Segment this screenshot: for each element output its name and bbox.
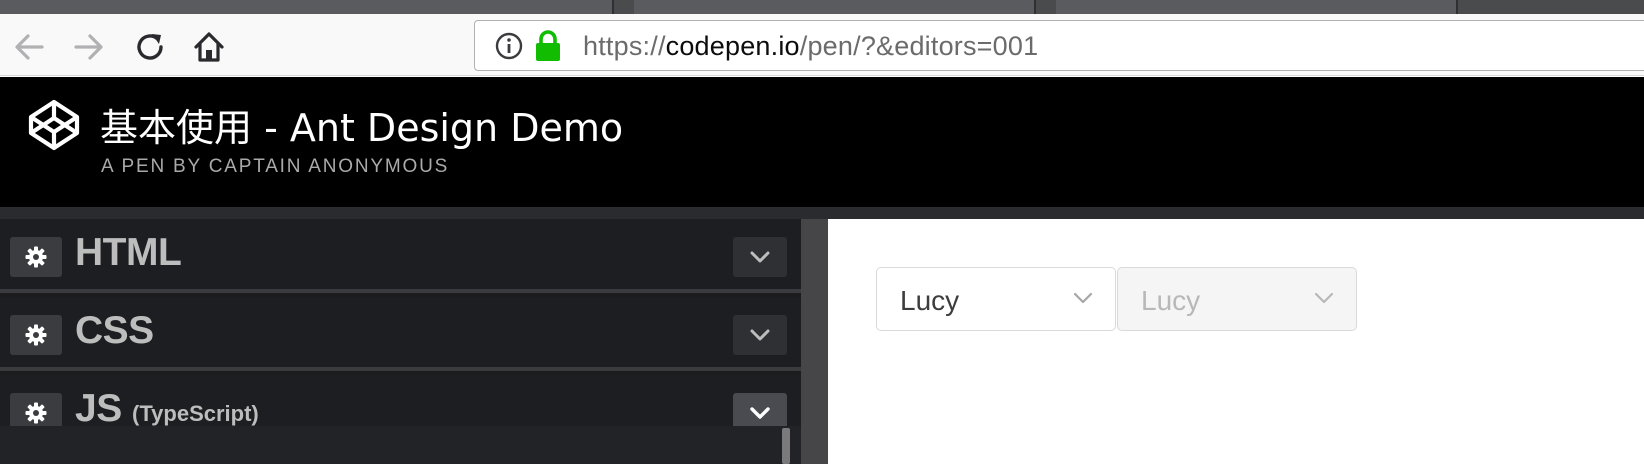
chevron-down-icon <box>750 407 770 419</box>
js-preprocessor-label: (TypeScript) <box>132 401 259 426</box>
js-code-area[interactable] <box>0 426 801 464</box>
editor-title-text: HTML <box>75 231 182 274</box>
pen-header: 基本使用 - Ant Design Demo A PEN BY CAPTAIN … <box>0 77 1644 207</box>
gear-icon <box>25 324 47 346</box>
home-button[interactable] <box>192 30 226 64</box>
forward-button[interactable] <box>72 30 106 64</box>
css-settings-button[interactable] <box>10 315 62 355</box>
reload-button[interactable] <box>134 30 168 64</box>
select-lucy[interactable]: Lucy <box>876 267 1116 331</box>
browser-tab[interactable] <box>634 0 1036 14</box>
home-icon <box>194 32 224 62</box>
chevron-down-icon <box>750 329 770 341</box>
js-editor-title: JS (TypeScript) <box>75 387 259 431</box>
chevron-down-icon <box>750 251 770 263</box>
back-button[interactable] <box>12 30 46 64</box>
url-bar[interactable]: https://codepen.io/pen/?&editors=001 <box>474 20 1644 71</box>
editor-title-text: JS <box>75 387 122 430</box>
preview-pane: Lucy Lucy <box>828 219 1644 464</box>
forward-arrow-icon <box>74 34 103 60</box>
browser-tab[interactable] <box>212 0 614 14</box>
browser-tab-strip <box>0 0 1644 14</box>
site-info-icon[interactable] <box>495 32 523 60</box>
html-settings-button[interactable] <box>10 237 62 277</box>
url-host: codepen.io <box>665 31 800 61</box>
browser-tab[interactable] <box>1056 0 1458 14</box>
css-editor-title: CSS <box>75 309 154 353</box>
codepen-logo-icon[interactable] <box>28 99 80 151</box>
chevron-down-icon <box>1314 292 1334 304</box>
panel-resizer[interactable] <box>801 219 828 464</box>
back-arrow-icon <box>15 34 44 60</box>
select-value: Lucy <box>1141 285 1201 316</box>
select-value: Lucy <box>900 285 960 316</box>
css-editor-header: CSS <box>0 297 801 371</box>
header-divider <box>0 207 1644 219</box>
html-collapse-button[interactable] <box>733 237 787 277</box>
url-scheme: https:// <box>583 31 666 61</box>
lock-icon <box>536 30 560 61</box>
browser-toolbar: https://codepen.io/pen/?&editors=001 <box>0 14 1644 76</box>
html-editor-title: HTML <box>75 231 182 275</box>
editor-scrollbar[interactable] <box>782 428 790 464</box>
gear-icon <box>25 246 47 268</box>
gear-icon <box>25 402 47 424</box>
editor-panel: HTML CSS JS (TypeScript) <box>0 219 801 464</box>
html-editor-header: HTML <box>0 219 801 293</box>
url-path: /pen/?&editors=001 <box>799 31 1039 61</box>
css-collapse-button[interactable] <box>733 315 787 355</box>
reload-icon <box>137 34 163 60</box>
select-lucy-disabled: Lucy <box>1117 267 1357 331</box>
url-text[interactable]: https://codepen.io/pen/?&editors=001 <box>583 31 1038 62</box>
chevron-down-icon <box>1073 292 1093 304</box>
pen-author[interactable]: A PEN BY CAPTAIN ANONYMOUS <box>101 156 449 178</box>
editor-title-text: CSS <box>75 309 154 352</box>
pen-title[interactable]: 基本使用 - Ant Design Demo <box>100 97 623 152</box>
